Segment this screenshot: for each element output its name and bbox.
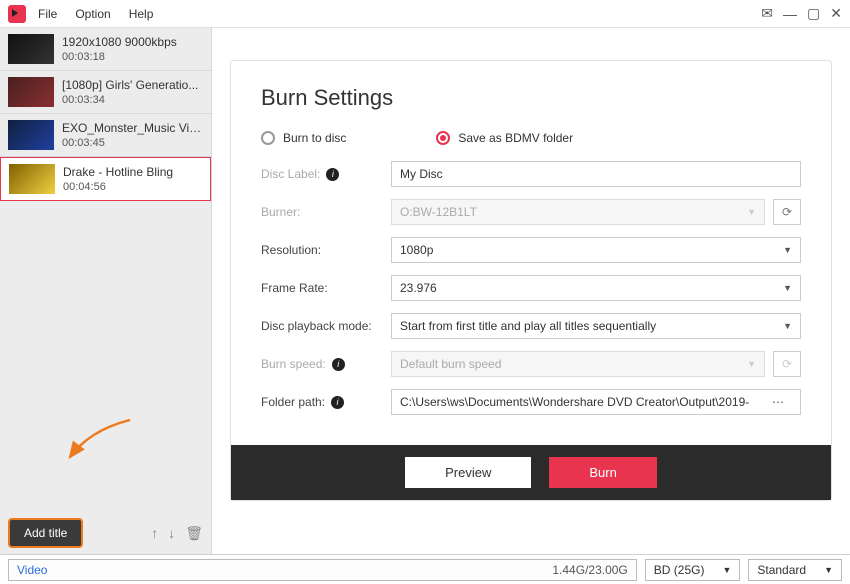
close-icon[interactable]: ✕ <box>830 5 842 22</box>
video-duration: 00:03:34 <box>62 94 198 106</box>
maximize-icon[interactable]: ▢ <box>807 5 820 22</box>
burner-label: Burner: <box>261 205 391 219</box>
info-icon[interactable]: i <box>331 396 344 409</box>
radio-burn-to-disc[interactable]: Burn to disc <box>261 131 346 145</box>
info-icon[interactable]: i <box>332 358 345 371</box>
video-title: EXO_Monster_Music Video <box>62 121 203 135</box>
video-title: Drake - Hotline Bling <box>63 165 173 179</box>
video-item[interactable]: 1920x1080 9000kbps 00:03:18 <box>0 28 211 71</box>
video-thumbnail <box>8 120 54 150</box>
status-bar: Video 1.44G/23.00G BD (25G)▼ Standard▼ <box>0 554 850 584</box>
video-item[interactable]: [1080p] Girls' Generatio... 00:03:34 <box>0 71 211 114</box>
info-icon[interactable]: i <box>326 168 339 181</box>
resolution-select[interactable]: 1080p▼ <box>391 237 801 263</box>
disc-label-label: Disc Label: i <box>261 167 391 181</box>
refresh-speed-button: ⟳ <box>773 351 801 377</box>
video-thumbnail <box>8 77 54 107</box>
feedback-icon[interactable]: ✉ <box>761 5 773 22</box>
disc-type-select[interactable]: BD (25G)▼ <box>645 559 741 581</box>
video-thumbnail <box>8 34 54 64</box>
burner-select: O:BW-12B1LT▼ <box>391 199 765 225</box>
chevron-down-icon: ▼ <box>722 565 731 575</box>
folder-path-display: C:\Users\ws\Documents\Wondershare DVD Cr… <box>391 389 801 415</box>
menu-file[interactable]: File <box>38 7 57 21</box>
annotation-arrow <box>0 421 211 461</box>
radio-icon-checked <box>436 131 450 145</box>
app-icon <box>8 5 26 23</box>
sidebar: 1920x1080 9000kbps 00:03:18 [1080p] Girl… <box>0 28 212 554</box>
main-area: 1920x1080 9000kbps 00:03:18 [1080p] Girl… <box>0 28 850 554</box>
sidebar-footer: Add title ↑ ↓ 🗑 <box>0 512 211 554</box>
add-title-button[interactable]: Add title <box>8 518 83 548</box>
content-area: Burn Settings Burn to disc Save as BDMV … <box>212 28 850 554</box>
menu-help[interactable]: Help <box>129 7 154 21</box>
video-thumbnail <box>9 164 55 194</box>
move-down-icon[interactable]: ↓ <box>168 525 175 542</box>
move-up-icon[interactable]: ↑ <box>151 525 158 542</box>
refresh-burner-button[interactable]: ⟳ <box>773 199 801 225</box>
browse-folder-button[interactable]: ⋯ <box>764 395 792 409</box>
menu-option[interactable]: Option <box>75 7 110 21</box>
video-duration: 00:03:45 <box>62 137 203 149</box>
radio-label: Burn to disc <box>283 131 346 145</box>
delete-icon[interactable]: 🗑 <box>185 525 203 542</box>
status-size: 1.44G/23.00G <box>552 563 627 577</box>
burn-speed-select: Default burn speed▼ <box>391 351 765 377</box>
chevron-down-icon: ▼ <box>747 359 756 369</box>
frame-rate-select[interactable]: 23.976▼ <box>391 275 801 301</box>
chevron-down-icon: ▼ <box>783 321 792 331</box>
burn-button[interactable]: Burn <box>549 457 656 488</box>
video-title: 1920x1080 9000kbps <box>62 35 177 49</box>
radio-label: Save as BDMV folder <box>458 131 573 145</box>
playback-mode-label: Disc playback mode: <box>261 319 391 333</box>
disc-label-input[interactable] <box>391 161 801 187</box>
video-duration: 00:03:18 <box>62 51 177 63</box>
quality-select[interactable]: Standard▼ <box>748 559 842 581</box>
status-video-usage: Video 1.44G/23.00G <box>8 559 637 581</box>
chevron-down-icon: ▼ <box>747 207 756 217</box>
burn-settings-card: Burn Settings Burn to disc Save as BDMV … <box>230 60 832 501</box>
folder-path-label: Folder path: i <box>261 395 391 409</box>
playback-mode-select[interactable]: Start from first title and play all titl… <box>391 313 801 339</box>
radio-save-bdmv[interactable]: Save as BDMV folder <box>436 131 573 145</box>
preview-button[interactable]: Preview <box>405 457 531 488</box>
resolution-label: Resolution: <box>261 243 391 257</box>
video-duration: 00:04:56 <box>63 181 173 193</box>
video-item[interactable]: EXO_Monster_Music Video 00:03:45 <box>0 114 211 157</box>
card-footer: Preview Burn <box>231 445 831 500</box>
output-mode-radio-group: Burn to disc Save as BDMV folder <box>261 131 801 145</box>
video-title: [1080p] Girls' Generatio... <box>62 78 198 92</box>
video-list: 1920x1080 9000kbps 00:03:18 [1080p] Girl… <box>0 28 211 512</box>
titlebar: File Option Help ✉ — ▢ ✕ <box>0 0 850 28</box>
chevron-down-icon: ▼ <box>783 283 792 293</box>
status-video-label: Video <box>17 563 47 577</box>
video-item-selected[interactable]: Drake - Hotline Bling 00:04:56 <box>0 157 211 201</box>
frame-rate-label: Frame Rate: <box>261 281 391 295</box>
radio-icon <box>261 131 275 145</box>
minimize-icon[interactable]: — <box>783 6 797 22</box>
burn-settings-title: Burn Settings <box>261 85 801 111</box>
burn-speed-label: Burn speed: i <box>261 357 391 371</box>
chevron-down-icon: ▼ <box>824 565 833 575</box>
chevron-down-icon: ▼ <box>783 245 792 255</box>
